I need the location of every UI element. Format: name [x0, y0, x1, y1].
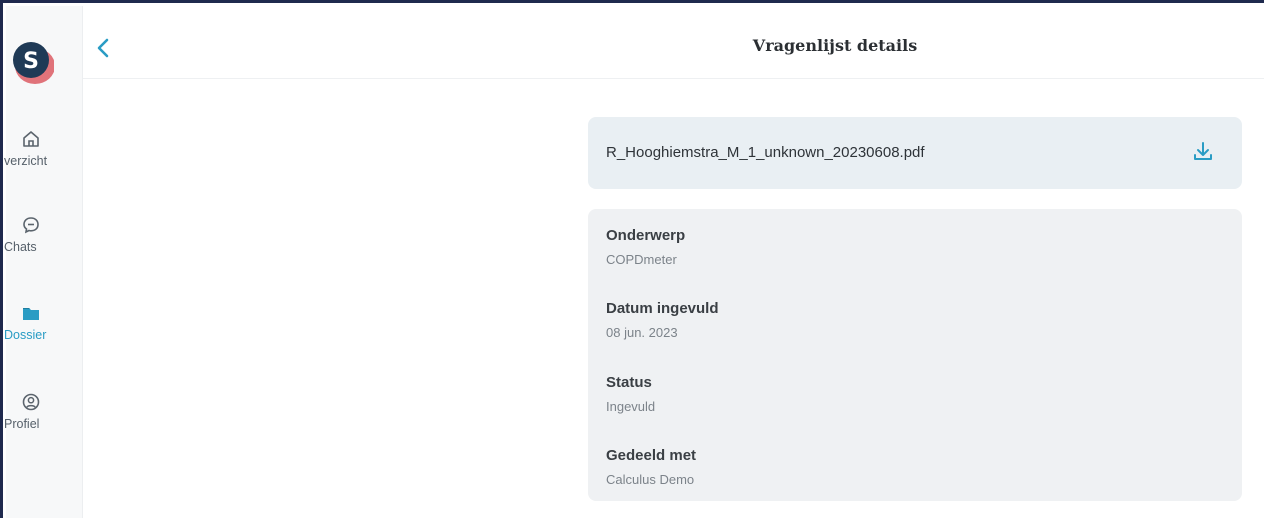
detail-value: Ingevuld — [606, 399, 656, 414]
detail-label: Onderwerp — [606, 227, 686, 244]
download-button[interactable] — [1190, 139, 1216, 165]
detail-datum-ingevuld: Datum ingevuld 08 jun. 2023 — [606, 300, 719, 340]
detail-status: Status Ingevuld — [606, 374, 655, 414]
sidebar-item-label: verzicht — [4, 154, 48, 168]
sidebar-item-chats[interactable]: Chats — [4, 214, 82, 274]
home-icon — [20, 128, 42, 150]
detail-label: Status — [606, 374, 652, 391]
sidebar-item-label: Profiel — [4, 417, 40, 431]
detail-value: 08 jun. 2023 — [606, 325, 678, 340]
sidebar-item-dossier[interactable]: Dossier — [4, 302, 82, 362]
details-card: Onderwerp COPDmeter Datum ingevuld 08 ju… — [588, 209, 1242, 501]
detail-label: Datum ingevuld — [606, 300, 719, 317]
detail-value: COPDmeter — [606, 252, 677, 267]
detail-value: Calculus Demo — [606, 472, 695, 487]
sidebar-item-profiel[interactable]: Profiel — [4, 391, 82, 451]
chat-bubble-icon — [20, 214, 42, 236]
folder-icon — [20, 302, 42, 324]
app-window: S verzicht Chats Dossier Profiel Vragenl… — [0, 0, 1264, 518]
profile-icon — [20, 391, 42, 413]
detail-onderwerp: Onderwerp COPDmeter — [606, 227, 685, 267]
sidebar-item-overzicht[interactable]: verzicht — [4, 128, 82, 188]
file-name: R_Hooghiemstra_M_1_unknown_20230608.pdf — [606, 144, 925, 161]
sidebar-item-label: Dossier — [4, 328, 47, 342]
detail-gedeeld-met: Gedeeld met Calculus Demo — [606, 447, 696, 487]
detail-label: Gedeeld met — [606, 447, 697, 464]
page-title: Vragenlijst details — [752, 36, 918, 55]
file-card: R_Hooghiemstra_M_1_unknown_20230608.pdf — [588, 117, 1242, 189]
sidebar-item-label: Chats — [4, 240, 37, 254]
sidebar: S verzicht Chats Dossier Profiel — [4, 6, 83, 518]
download-icon — [1190, 142, 1216, 169]
